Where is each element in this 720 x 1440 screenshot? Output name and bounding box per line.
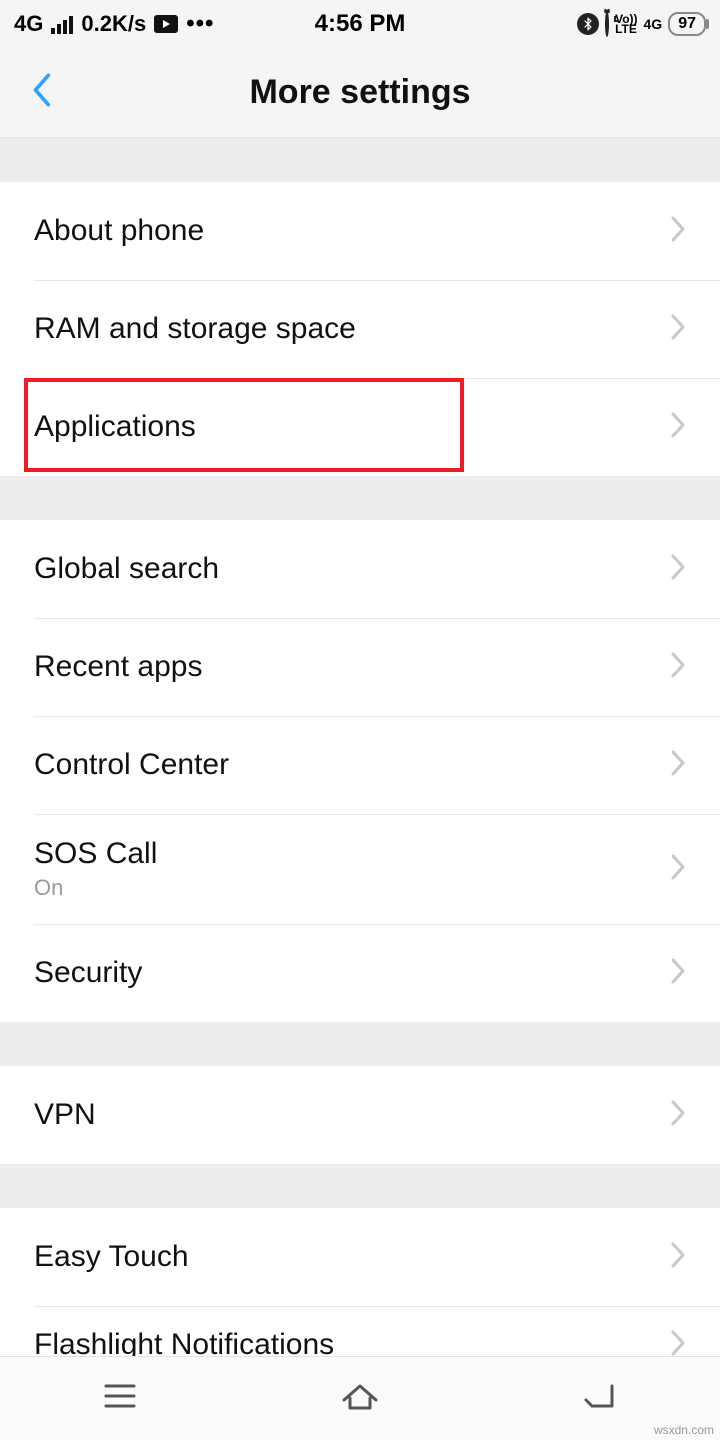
back-icon — [578, 1378, 622, 1414]
section-divider — [0, 1022, 720, 1066]
status-bar: 4G 0.2K/s ••• 4:56 PM Vo)) LTE 4G 97 — [0, 0, 720, 48]
item-label: Control Center — [34, 748, 229, 782]
item-vpn[interactable]: VPN — [0, 1066, 720, 1164]
watermark: wsxdn.com — [654, 1423, 714, 1437]
back-button[interactable] — [0, 71, 82, 114]
item-sos-call[interactable]: SOS Call On — [0, 814, 720, 924]
clock-label: 4:56 PM — [315, 10, 406, 38]
item-label: Applications — [34, 410, 196, 444]
signal-icon — [51, 14, 73, 34]
battery-icon: 97 — [668, 12, 706, 36]
section-divider — [0, 138, 720, 182]
settings-group-1: About phone RAM and storage space Applic… — [0, 182, 720, 476]
item-about-phone[interactable]: About phone — [0, 182, 720, 280]
item-label: SOS Call — [34, 837, 157, 871]
chevron-right-icon — [670, 1099, 686, 1132]
chevron-right-icon — [670, 749, 686, 782]
item-label: Easy Touch — [34, 1240, 189, 1274]
item-sublabel: On — [34, 875, 157, 901]
network-type-label: 4G — [14, 11, 43, 37]
recents-button[interactable] — [98, 1378, 142, 1419]
item-security[interactable]: Security — [0, 924, 720, 1022]
item-label: Security — [34, 956, 142, 990]
item-label: RAM and storage space — [34, 312, 356, 346]
item-label: About phone — [34, 214, 204, 248]
page-title: More settings — [249, 73, 470, 112]
home-button[interactable] — [338, 1378, 382, 1419]
section-divider — [0, 476, 720, 520]
network-indicator-icon: 4G — [644, 16, 663, 32]
chevron-right-icon — [670, 215, 686, 248]
item-label: Recent apps — [34, 650, 202, 684]
settings-group-3: VPN — [0, 1066, 720, 1164]
item-label: Global search — [34, 552, 219, 586]
item-global-search[interactable]: Global search — [0, 520, 720, 618]
chevron-right-icon — [670, 313, 686, 346]
item-easy-touch[interactable]: Easy Touch — [0, 1208, 720, 1306]
item-recent-apps[interactable]: Recent apps — [0, 618, 720, 716]
settings-group-2: Global search Recent apps Control Center… — [0, 520, 720, 1022]
menu-icon — [98, 1378, 142, 1414]
status-right: Vo)) LTE 4G 97 — [577, 12, 706, 36]
volte-icon: Vo)) LTE — [615, 14, 637, 34]
chevron-left-icon — [30, 71, 52, 109]
chevron-right-icon — [670, 1241, 686, 1274]
chevron-right-icon — [670, 853, 686, 886]
item-label: VPN — [34, 1098, 96, 1132]
alarm-icon — [605, 13, 609, 36]
chevron-right-icon — [670, 411, 686, 444]
media-icon — [154, 15, 178, 33]
item-applications[interactable]: Applications — [0, 378, 720, 476]
section-divider — [0, 1164, 720, 1208]
item-control-center[interactable]: Control Center — [0, 716, 720, 814]
app-header: More settings — [0, 48, 720, 138]
system-nav-bar — [0, 1356, 720, 1440]
chevron-right-icon — [670, 651, 686, 684]
data-rate-label: 0.2K/s — [81, 11, 146, 37]
back-nav-button[interactable] — [578, 1378, 622, 1419]
item-ram-storage[interactable]: RAM and storage space — [0, 280, 720, 378]
chevron-right-icon — [670, 957, 686, 990]
home-icon — [338, 1378, 382, 1414]
chevron-right-icon — [670, 553, 686, 586]
bluetooth-icon — [577, 13, 599, 35]
status-left: 4G 0.2K/s ••• — [14, 11, 214, 37]
